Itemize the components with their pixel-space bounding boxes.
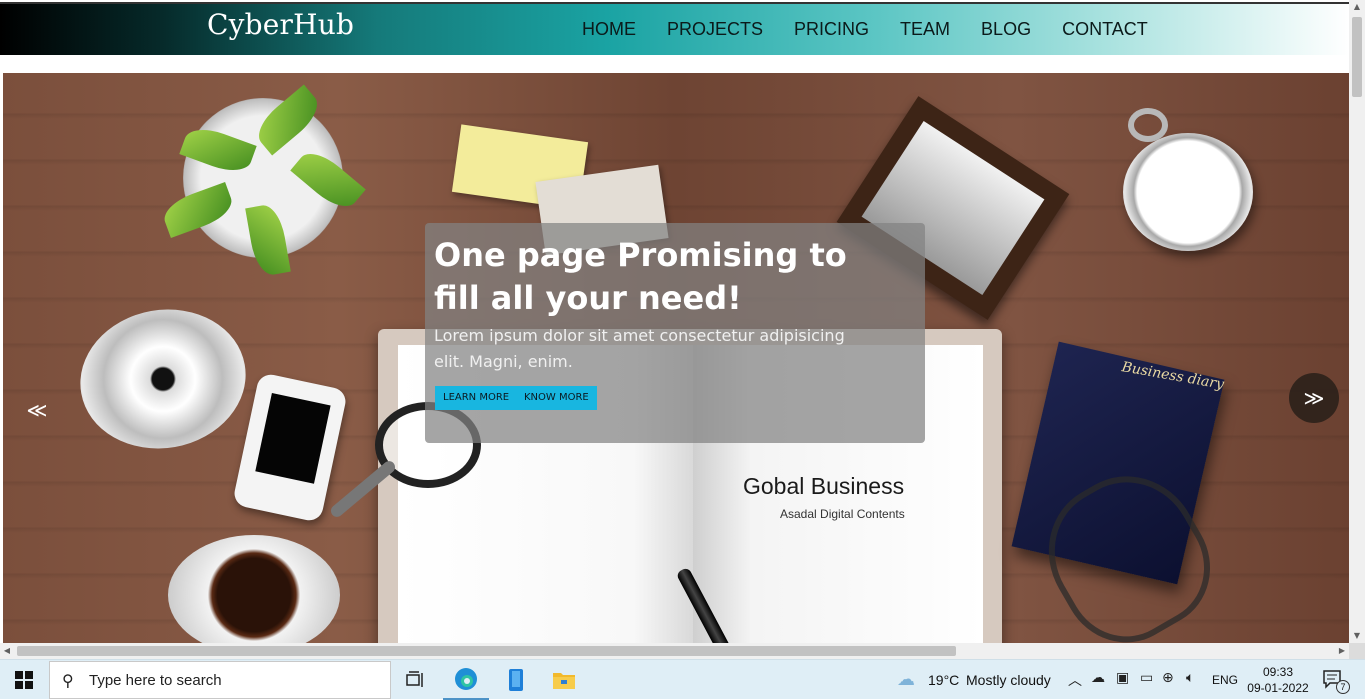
start-button[interactable] xyxy=(0,660,48,700)
scroll-left-arrow-icon[interactable]: ◀ xyxy=(0,643,14,659)
taskbar: ⚲ Type here to search ☁ 19°C Mostly clou… xyxy=(0,659,1365,700)
weather-desc[interactable]: Mostly cloudy xyxy=(966,672,1051,688)
coffee-cup xyxy=(168,535,340,643)
phone-illustration xyxy=(231,372,349,523)
file-explorer-button[interactable] xyxy=(541,660,587,700)
nav-projects[interactable]: PROJECTS xyxy=(667,19,763,40)
notification-center-button[interactable]: 7 xyxy=(1322,668,1350,694)
volume-icon[interactable]: 🔈︎ xyxy=(1186,670,1194,686)
horizontal-scrollbar[interactable]: ◀ ▶ xyxy=(0,643,1349,659)
site-header: CyberHub HOME PROJECTS PRICING TEAM BLOG… xyxy=(0,2,1349,55)
phone-app-button[interactable] xyxy=(493,660,539,700)
windows-icon xyxy=(15,671,33,689)
cd-disc xyxy=(69,296,257,462)
show-hidden-icons-chevron-icon[interactable]: ︿ xyxy=(1068,670,1082,690)
vertical-scrollbar[interactable]: ▲ ▼ xyxy=(1349,0,1365,643)
edge-icon xyxy=(455,668,477,690)
scroll-up-arrow-icon[interactable]: ▲ xyxy=(1349,0,1365,14)
nav-home[interactable]: HOME xyxy=(582,19,636,40)
notebook-subtitle: Asadal Digital Contents xyxy=(780,507,905,521)
nav-pricing[interactable]: PRICING xyxy=(794,19,869,40)
weather-cloud-icon[interactable]: ☁ xyxy=(897,669,915,690)
network-globe-icon[interactable]: ⊕ xyxy=(1162,670,1174,686)
taskbar-clock[interactable]: 09:33 09-01-2022 xyxy=(1246,664,1310,696)
carousel-next-button[interactable]: ≫ xyxy=(1289,373,1339,423)
horizontal-scroll-thumb[interactable] xyxy=(17,646,956,656)
task-view-icon xyxy=(406,671,423,687)
battery-icon[interactable]: ▭ xyxy=(1140,670,1153,686)
notification-count-badge: 7 xyxy=(1336,680,1350,694)
scrollbar-corner xyxy=(1349,643,1365,659)
language-indicator[interactable]: ENG xyxy=(1212,673,1238,687)
meet-now-icon[interactable]: ▣ xyxy=(1116,670,1129,686)
brand-logo[interactable]: CyberHub xyxy=(207,8,354,41)
phone-app-icon xyxy=(509,669,523,691)
browser-viewport: CyberHub HOME PROJECTS PRICING TEAM BLOG… xyxy=(0,0,1349,643)
clock-time: 09:33 xyxy=(1262,665,1294,679)
vertical-scroll-thumb[interactable] xyxy=(1352,17,1362,97)
carousel-prev-button[interactable]: ≪ xyxy=(13,385,61,435)
clock-date: 09-01-2022 xyxy=(1247,681,1309,695)
nav-team[interactable]: TEAM xyxy=(900,19,950,40)
main-nav: HOME PROJECTS PRICING TEAM BLOG CONTACT xyxy=(582,19,1179,40)
hero-heading: One page Promising to fill all your need… xyxy=(434,236,847,317)
edge-taskbar-button[interactable] xyxy=(443,660,489,700)
task-view-button[interactable] xyxy=(393,660,439,700)
nav-contact[interactable]: CONTACT xyxy=(1062,19,1148,40)
weather-temp[interactable]: 19°C xyxy=(928,672,959,688)
hero-body: Lorem ipsum dolor sit amet consectetur a… xyxy=(434,326,845,371)
taskbar-search-box[interactable]: ⚲ Type here to search xyxy=(49,661,391,699)
scroll-right-arrow-icon[interactable]: ▶ xyxy=(1335,643,1349,659)
learn-more-button[interactable]: LEARN MORE xyxy=(435,386,518,410)
pocket-watch xyxy=(1123,133,1253,251)
folder-icon xyxy=(553,673,575,689)
know-more-button[interactable]: KNOW MORE xyxy=(516,386,597,410)
scroll-down-arrow-icon[interactable]: ▼ xyxy=(1349,629,1365,643)
notebook-title: Gobal Business xyxy=(743,473,905,499)
onedrive-icon[interactable]: ☁ xyxy=(1091,670,1105,686)
search-placeholder: Type here to search xyxy=(89,672,222,689)
nav-blog[interactable]: BLOG xyxy=(981,19,1031,40)
hero-caption: One page Promising to fill all your need… xyxy=(425,223,925,443)
search-icon: ⚲ xyxy=(62,671,74,690)
